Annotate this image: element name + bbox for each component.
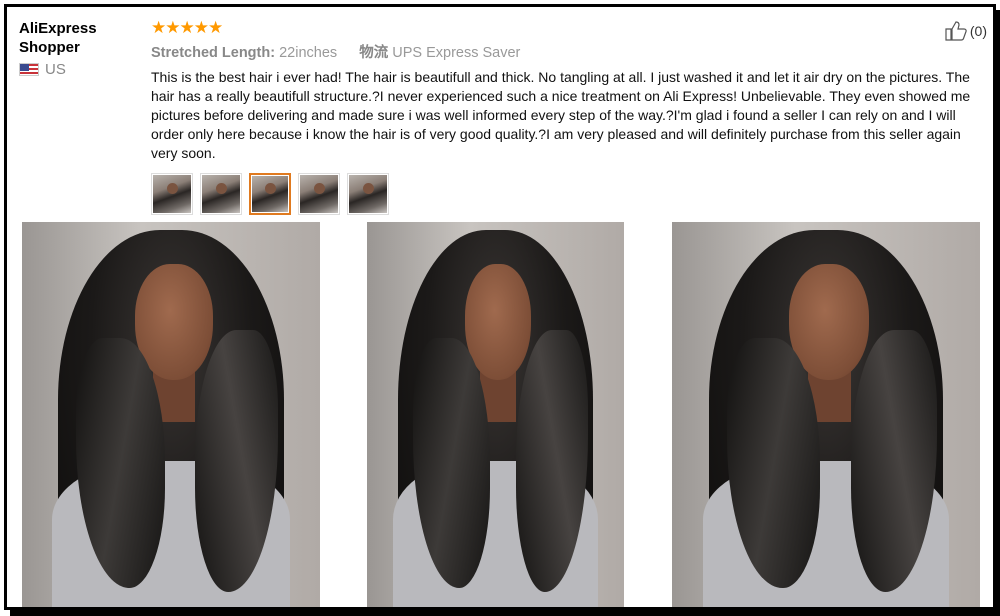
thumbnail-strip <box>151 173 981 215</box>
helpful-button[interactable]: (0) <box>945 21 987 41</box>
thumbnail[interactable] <box>151 173 193 215</box>
shipping-label: 物流 <box>359 45 389 61</box>
review-photo[interactable] <box>672 222 980 607</box>
attr-label: Stretched Length: <box>151 45 276 61</box>
thumbnail[interactable] <box>347 173 389 215</box>
reviewer-info: AliExpress Shopper US <box>19 19 139 78</box>
us-flag-icon <box>19 63 39 76</box>
reviewer-country: US <box>19 61 139 78</box>
star-rating: ★★★★★ <box>151 18 223 37</box>
review-photo[interactable] <box>22 222 320 607</box>
shipping-value: UPS Express Saver <box>392 45 521 61</box>
review-content: ★★★★★ Stretched Length: 22inches 物流 UPS … <box>151 19 981 215</box>
thumbnail[interactable] <box>298 173 340 215</box>
review-photo[interactable] <box>367 222 624 607</box>
thumbnail[interactable] <box>200 173 242 215</box>
reviewer-name: AliExpress Shopper <box>19 20 97 56</box>
review-text: This is the best hair i ever had! The ha… <box>151 69 971 161</box>
helpful-count: (0) <box>969 23 987 39</box>
country-label: US <box>45 61 66 78</box>
thumbs-up-icon <box>945 21 967 41</box>
review-attributes: Stretched Length: 22inches 物流 UPS Expres… <box>151 41 981 62</box>
attr-value: 22inches <box>279 45 338 61</box>
review-card: AliExpress Shopper US ★★★★★ Stretched Le… <box>4 4 996 610</box>
thumbnail-selected[interactable] <box>249 173 291 215</box>
